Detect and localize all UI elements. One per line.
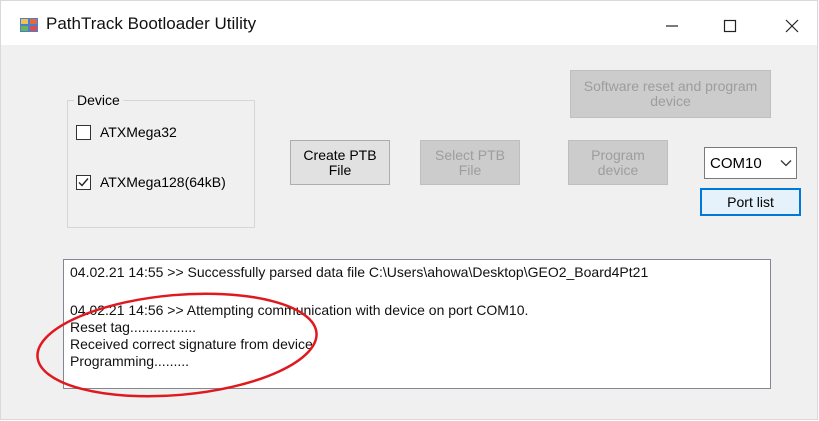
port-list-button[interactable]: Port list: [700, 188, 801, 216]
checkmark-icon: [78, 177, 89, 187]
chevron-down-icon: [776, 159, 796, 167]
atxmega128-checkbox[interactable]: [76, 174, 91, 190]
atxmega32-label: ATXMega32: [100, 124, 177, 140]
close-icon: [785, 19, 799, 33]
atxmega32-checkbox[interactable]: [76, 124, 91, 140]
log-line: Reset tag.................: [70, 319, 197, 335]
log-line: Received correct signature from device: [70, 336, 313, 352]
minimize-icon: [666, 25, 678, 27]
device-option-atxmega128[interactable]: ATXMega128(64kB): [76, 174, 226, 190]
device-option-atxmega32[interactable]: ATXMega32: [76, 124, 177, 140]
maximize-icon: [723, 19, 737, 33]
port-select-value: COM10: [710, 154, 762, 172]
log-output[interactable]: 04.02.21 14:55 >> Successfully parsed da…: [63, 259, 771, 389]
app-icon: [20, 18, 38, 32]
atxmega128-label: ATXMega128(64kB): [100, 174, 226, 190]
select-ptb-file-button[interactable]: Select PTB File: [420, 140, 520, 185]
close-button[interactable]: [769, 9, 815, 43]
port-select[interactable]: COM10: [704, 147, 797, 179]
device-group-legend: Device: [74, 92, 123, 108]
window-title: PathTrack Bootloader Utility: [46, 14, 257, 33]
maximize-button[interactable]: [707, 9, 753, 43]
bootloader-window: PathTrack Bootloader Utility Device ATXM…: [0, 0, 818, 420]
create-ptb-file-button[interactable]: Create PTB File: [290, 140, 390, 185]
minimize-button[interactable]: [649, 9, 695, 43]
device-group: [67, 100, 255, 228]
log-line: Programming.........: [70, 353, 190, 369]
software-reset-program-button[interactable]: Software reset and program device: [570, 70, 771, 118]
log-line: 04.02.21 14:56 >> Attempting communicati…: [70, 302, 529, 318]
log-line: 04.02.21 14:55 >> Successfully parsed da…: [70, 264, 649, 280]
program-device-button[interactable]: Program device: [568, 140, 668, 185]
title-bar: PathTrack Bootloader Utility: [1, 1, 817, 45]
